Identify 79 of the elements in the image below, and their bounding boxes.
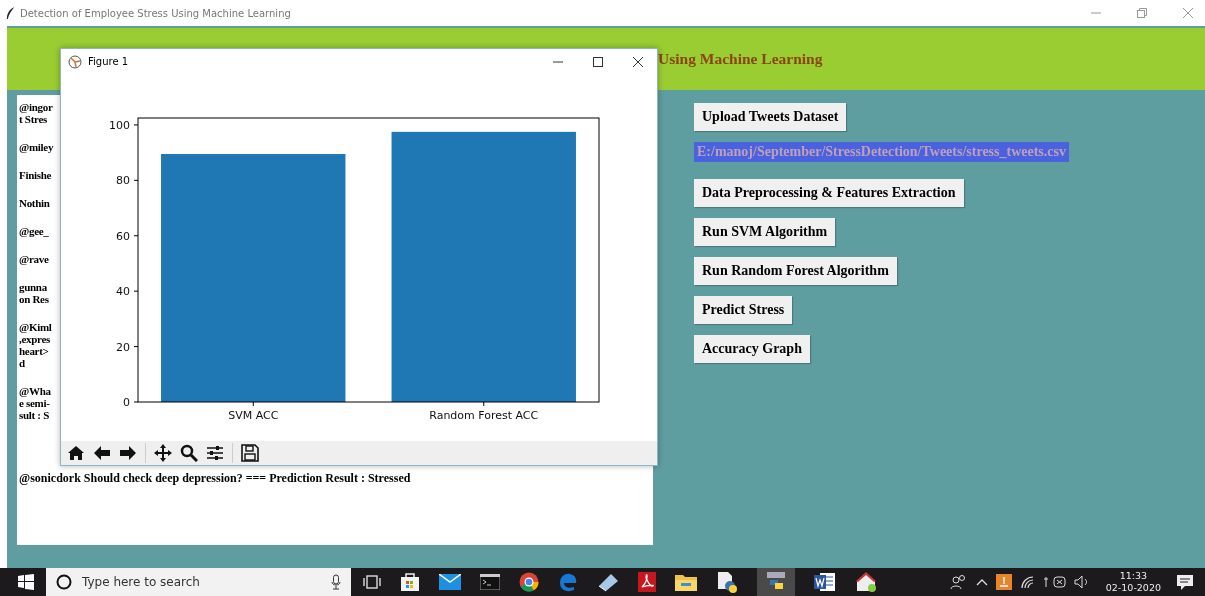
folder-icon[interactable] <box>675 573 697 591</box>
clock-time[interactable]: 11:33 <box>1119 570 1148 582</box>
output-text: Nothin <box>19 197 50 209</box>
search-icon <box>180 444 198 462</box>
tick-mark <box>133 179 139 181</box>
y-tick-label: 40 <box>116 285 130 299</box>
tick-mark <box>252 401 254 407</box>
close-icon[interactable] <box>633 56 643 67</box>
task-view-icon[interactable] <box>363 575 381 589</box>
output-text: @miley <box>19 141 54 153</box>
tick-mark <box>133 124 139 126</box>
figure-title: Figure 1 <box>88 56 129 67</box>
action-button[interactable]: Run Random Forest Algorithm <box>694 257 897 285</box>
word-icon[interactable] <box>814 572 836 592</box>
output-text: sult : S <box>19 409 49 421</box>
action-button[interactable]: Data Preprocessing & Features Extraction <box>694 179 964 207</box>
maximize-icon[interactable] <box>593 56 603 67</box>
output-text: t Stres <box>19 113 47 125</box>
home-icon <box>67 445 85 461</box>
output-text: @Wha <box>19 385 51 397</box>
window-title: Detection of Employee Stress Using Machine Learning <box>20 7 291 19</box>
wifi-icon[interactable] <box>1019 575 1036 589</box>
left-arrow-icon <box>93 445 111 461</box>
search-field[interactable]: Type here to search <box>46 568 351 596</box>
store-bag-icon[interactable] <box>400 572 420 592</box>
y-tick-label: 80 <box>116 174 130 188</box>
edge-icon[interactable] <box>558 572 578 592</box>
notification-icon[interactable] <box>1177 574 1193 590</box>
terminal-icon[interactable] <box>480 574 500 590</box>
search-input[interactable]: Type here to search <box>80 574 323 590</box>
speaker-icon[interactable] <box>1073 575 1090 589</box>
tick-mark <box>133 235 139 237</box>
output-text: e semi- <box>19 397 50 409</box>
sliders-icon <box>206 445 224 461</box>
output-text: @Kiml <box>19 321 52 333</box>
tick-mark <box>133 346 139 348</box>
y-tick-label: 60 <box>116 229 130 243</box>
output-text: Finishe <box>19 169 52 181</box>
action-button[interactable]: Accuracy Graph <box>694 335 810 363</box>
tick-mark <box>133 290 139 292</box>
right-arrow-icon <box>119 445 137 461</box>
prediction-text: @sonicdork Should check deep depression? === Prediction Result : Stressed <box>19 471 411 486</box>
output-text: on Res <box>19 293 49 305</box>
microphone-icon[interactable] <box>331 574 341 590</box>
action-button[interactable]: Run SVM Algorithm <box>694 218 836 246</box>
network-icon[interactable] <box>1043 575 1066 589</box>
tick-mark <box>483 401 485 407</box>
tick-mark <box>133 401 139 403</box>
y-tick-label: 20 <box>116 340 130 354</box>
tray-app-icon[interactable] <box>995 574 1012 590</box>
output-text: gunna <box>19 281 47 293</box>
x-tick-label: SVM ACC <box>228 409 279 422</box>
chevron-up-icon[interactable] <box>975 578 988 586</box>
windows-start-icon[interactable] <box>18 574 34 590</box>
output-text: ,expres <box>19 333 50 345</box>
output-text: d <box>19 357 25 369</box>
chrome-icon[interactable] <box>519 572 539 592</box>
move-icon <box>154 444 172 462</box>
y-tick-label: 100 <box>109 118 130 132</box>
python-file-icon[interactable] <box>716 571 738 593</box>
cortana-circle-icon <box>56 574 72 590</box>
output-text: @rave <box>19 253 49 265</box>
x-tick-label: Random Forest ACC <box>429 409 539 422</box>
mail-icon[interactable] <box>439 574 461 590</box>
action-button[interactable]: Upload Tweets Dataset <box>694 103 847 131</box>
output-text: @gee_ <box>19 225 49 237</box>
feather-icon <box>6 6 15 20</box>
python-app-button[interactable] <box>757 568 795 596</box>
y-tick-label: 0 <box>123 396 130 409</box>
output-text: @ingor <box>19 101 53 113</box>
paper-icon[interactable] <box>597 572 619 592</box>
pdf-icon[interactable] <box>638 572 656 592</box>
house-app-icon[interactable] <box>855 571 877 593</box>
people-icon[interactable] <box>949 574 968 590</box>
file-path-label: E:/manoj/September/StressDetection/Tweets/stress_tweets.csv <box>694 142 1069 162</box>
output-text: heart> <box>19 345 49 357</box>
clock-date[interactable]: 02-10-2020 <box>1105 582 1161 594</box>
action-button[interactable]: Predict Stress <box>694 296 793 324</box>
app-title: Using Machine Learning <box>658 50 823 68</box>
